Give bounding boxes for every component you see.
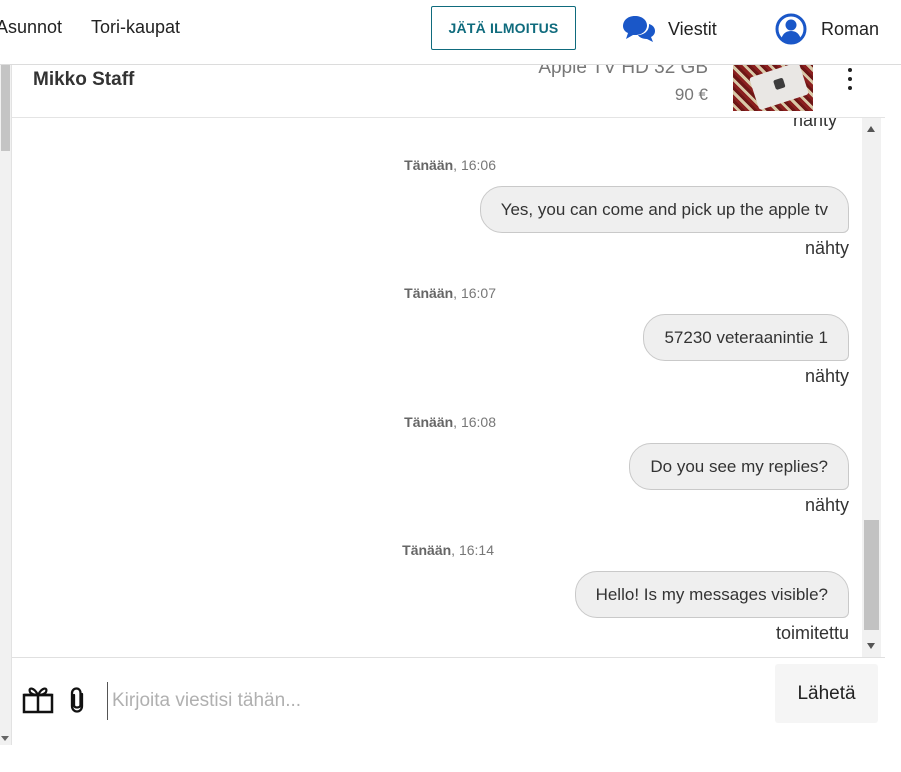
message-status: nähty	[804, 366, 849, 386]
post-ad-button[interactable]: JÄTÄ ILMOITUS	[431, 6, 576, 50]
message-status: nähty	[804, 238, 849, 258]
message-timestamp: Tänään, 16:07	[404, 285, 496, 301]
message-status: nähty	[804, 495, 849, 515]
contact-name[interactable]: Mikko Staff	[33, 69, 134, 91]
user-menu[interactable]: Roman	[775, 12, 879, 46]
page-scrollbar[interactable]	[0, 65, 12, 745]
scroll-up-arrow[interactable]	[867, 126, 875, 132]
user-name: Roman	[821, 18, 880, 39]
message-bubble: Hello! Is my messages visible?	[574, 571, 849, 618]
gift-icon[interactable]	[22, 684, 54, 714]
page-scroll-down-arrow[interactable]	[1, 736, 9, 741]
message-bubble: Yes, you can come and pick up the apple …	[479, 186, 849, 233]
item-thumbnail[interactable]	[733, 65, 813, 111]
message-list-scrollbar[interactable]	[862, 118, 881, 657]
user-avatar-icon	[775, 13, 807, 45]
messages-label: Viestit	[668, 18, 717, 39]
message-composer: Lähetä	[12, 657, 885, 744]
item-title[interactable]: Apple TV HD 32 GB	[538, 65, 708, 79]
kebab-menu-icon[interactable]	[844, 68, 856, 90]
scroll-down-arrow[interactable]	[867, 643, 875, 649]
message-timestamp: Tänään, 16:06	[404, 157, 496, 173]
messages-link[interactable]: Viestit	[622, 14, 717, 44]
conversation-panel: Mikko Staff Apple TV HD 32 GB 90 € nähty…	[12, 65, 885, 744]
message-input[interactable]	[107, 682, 757, 720]
message-status: nähty	[792, 118, 837, 130]
message-timestamp: Tänään, 16:08	[404, 414, 496, 430]
message-list: nähty Tänään, 16:06 Yes, you can come an…	[12, 118, 885, 657]
nav-link-asunnot[interactable]: Asunnot	[0, 17, 62, 38]
page-scrollbar-thumb[interactable]	[1, 65, 10, 151]
send-button[interactable]: Lähetä	[775, 664, 878, 723]
apple-tv-device-image	[749, 65, 809, 111]
nav-link-tori-kaupat[interactable]: Tori-kaupat	[91, 17, 180, 38]
item-price: 90 €	[674, 85, 708, 104]
message-bubble: 57230 veteraanintie 1	[643, 314, 849, 361]
message-bubble: Do you see my replies?	[629, 443, 849, 490]
conversation-header: Mikko Staff Apple TV HD 32 GB 90 €	[12, 65, 885, 118]
chat-bubbles-icon	[623, 16, 655, 42]
message-scrollbar-thumb[interactable]	[864, 520, 879, 630]
message-status: toimitettu	[775, 623, 849, 643]
top-navigation: Asunnot Tori-kaupat JÄTÄ ILMOITUS Viesti…	[0, 0, 901, 65]
message-timestamp: Tänään, 16:14	[402, 542, 494, 558]
paperclip-icon[interactable]	[67, 686, 89, 714]
